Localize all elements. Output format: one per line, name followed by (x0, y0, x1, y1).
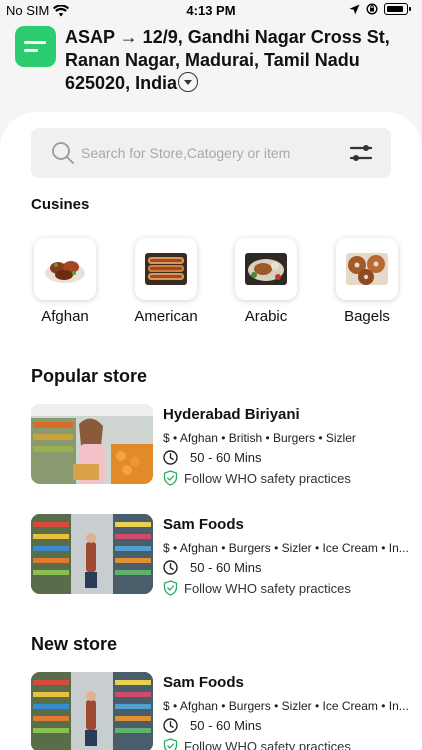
chevron-down-icon[interactable] (178, 72, 199, 92)
store-name: Hyderabad Biriyani (163, 406, 300, 423)
store-name: Sam Foods (163, 674, 244, 691)
cuisine-bagels[interactable]: Bagels (334, 238, 400, 325)
cuisine-label: Arabic (244, 308, 288, 325)
cuisines-heading: Cusines (31, 196, 90, 213)
menu-button[interactable] (15, 26, 56, 67)
cuisine-label: Afghan (41, 308, 89, 325)
cuisine-american[interactable]: American (133, 238, 199, 325)
clock-icon (163, 450, 178, 465)
clock-icon (163, 718, 178, 733)
menu-line-icon (24, 41, 46, 44)
battery-icon (384, 3, 411, 15)
store-card[interactable]: Sam Foods $ • Afghan • Burgers • Sizler … (31, 514, 409, 596)
delivery-time: 50 - 60 Mins (163, 560, 262, 575)
store-image (31, 672, 153, 750)
filter-icon[interactable] (349, 142, 373, 164)
safety-note: Follow WHO safety practices (163, 470, 351, 486)
delivery-time: 50 - 60 Mins (163, 718, 262, 733)
delivery-time-text: 50 - 60 Mins (190, 450, 262, 465)
safety-note: Follow WHO safety practices (163, 580, 351, 596)
store-image (31, 514, 153, 594)
header: ASAP → 12/9, Gandhi Nagar Cross St, Rana… (0, 22, 422, 122)
shield-check-icon (163, 738, 178, 750)
store-tags: $ • Afghan • Burgers • Sizler • Ice Crea… (163, 699, 409, 713)
search-bar[interactable] (31, 128, 391, 178)
address-text: ASAP → 12/9, Gandhi Nagar Cross St, Rana… (65, 27, 390, 93)
bagels-icon (336, 238, 398, 300)
safety-text: Follow WHO safety practices (184, 738, 351, 750)
safety-text: Follow WHO safety practices (184, 580, 351, 596)
safety-note: Follow WHO safety practices (163, 738, 351, 750)
cuisine-label: American (134, 308, 198, 325)
store-card[interactable]: Sam Foods $ • Afghan • Burgers • Sizler … (31, 672, 409, 750)
store-image (31, 404, 153, 484)
hotdog-dish-icon (135, 238, 197, 300)
status-right (349, 3, 411, 15)
delivery-address[interactable]: ASAP → 12/9, Gandhi Nagar Cross St, Rana… (65, 26, 395, 95)
delivery-time-text: 50 - 60 Mins (190, 718, 262, 733)
popular-store-heading: Popular store (31, 366, 148, 386)
delivery-time: 50 - 60 Mins (163, 450, 262, 465)
menu-line-icon (24, 49, 38, 52)
orientation-lock-icon (366, 3, 378, 15)
clock-icon (163, 560, 178, 575)
location-arrow-icon (349, 4, 360, 14)
delivery-time-text: 50 - 60 Mins (190, 560, 262, 575)
shield-check-icon (163, 580, 178, 596)
store-card[interactable]: Hyderabad Biriyani $ • Afghan • British … (31, 404, 401, 486)
new-store-heading: New store (31, 634, 118, 654)
cuisine-afghan[interactable]: Afghan (32, 238, 98, 325)
cuisine-label: Bagels (344, 308, 390, 325)
store-name: Sam Foods (163, 516, 244, 533)
cuisine-arabic[interactable]: Arabic (233, 238, 299, 325)
kebab-dish-icon (34, 238, 96, 300)
main-content: Cusines Afghan (0, 112, 422, 750)
search-icon (52, 142, 74, 164)
status-bar: No SIM 4:13 PM (0, 0, 422, 22)
arabic-platter-icon (235, 238, 297, 300)
store-tags: $ • Afghan • Burgers • Sizler • Ice Crea… (163, 541, 409, 555)
shield-check-icon (163, 470, 178, 486)
search-input[interactable] (81, 128, 341, 178)
store-tags: $ • Afghan • British • Burgers • Sizler (163, 431, 356, 445)
safety-text: Follow WHO safety practices (184, 470, 351, 486)
